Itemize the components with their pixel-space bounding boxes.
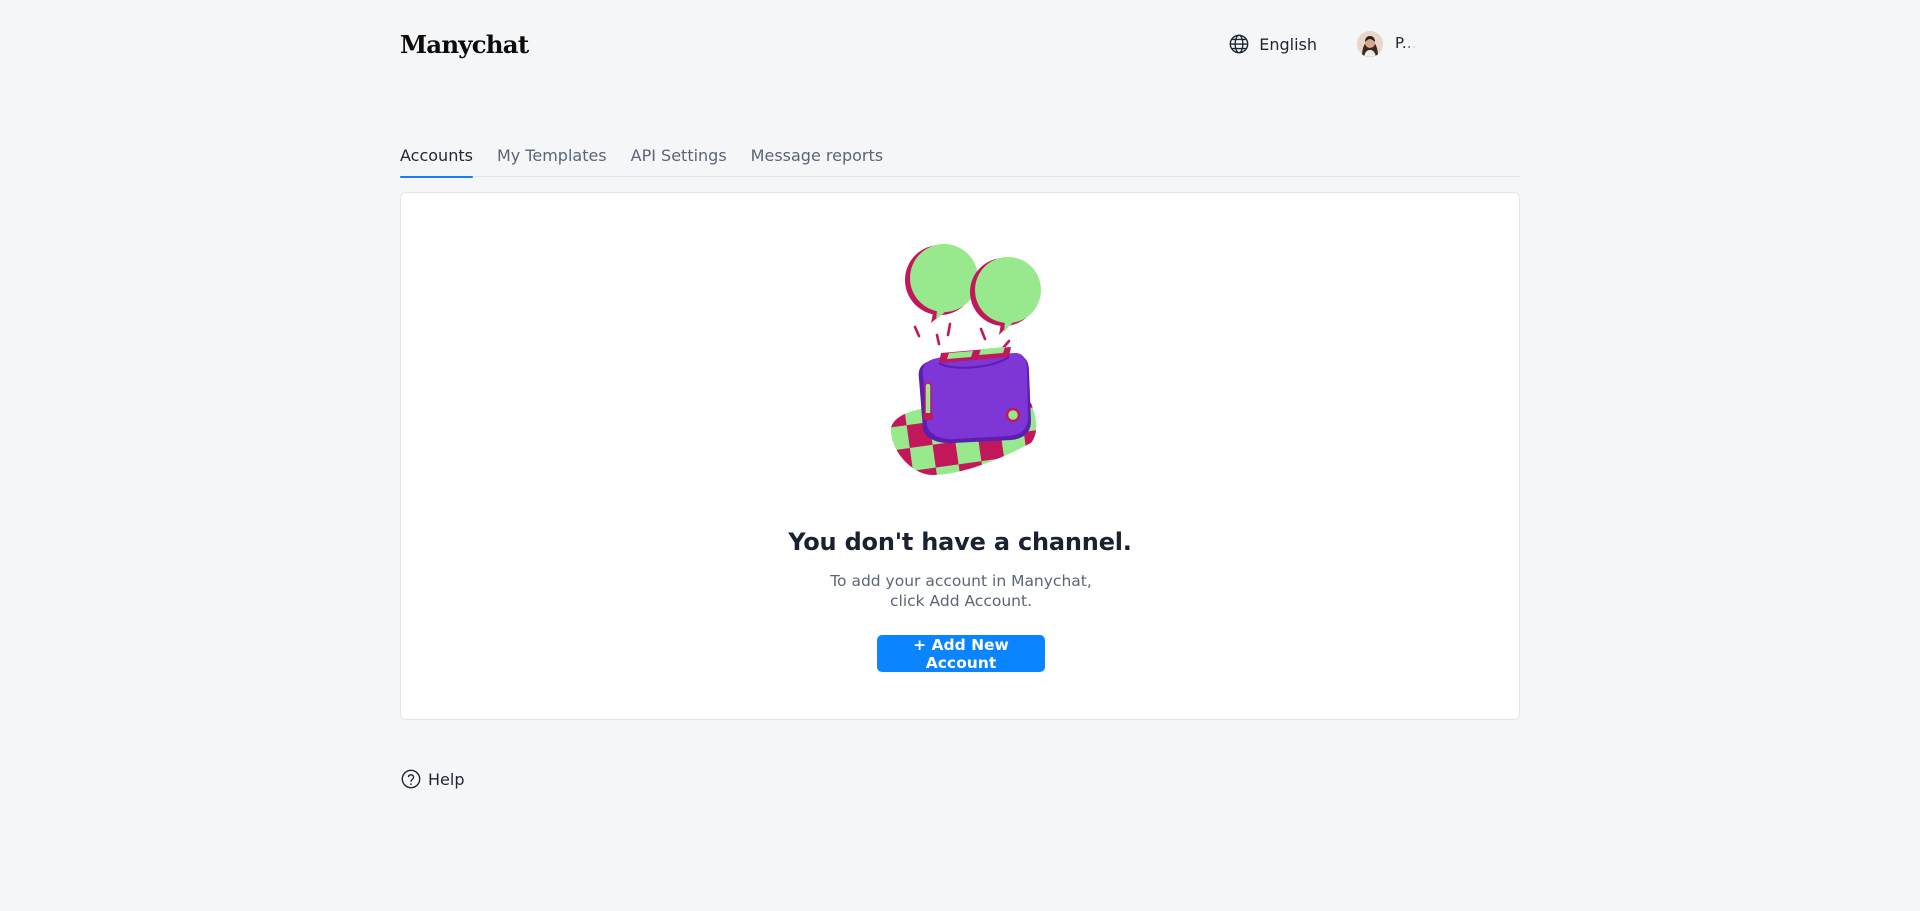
language-label: English (1259, 34, 1317, 54)
language-selector[interactable]: English (1228, 33, 1317, 55)
tab-my-templates[interactable]: My Templates (497, 145, 607, 177)
help-label: Help (428, 769, 465, 789)
question-circle-icon (401, 769, 421, 789)
empty-state-title: You don't have a channel. (788, 528, 1132, 556)
tab-api-settings[interactable]: API Settings (631, 145, 727, 177)
empty-state-description: To add your account in Manychat, click A… (830, 572, 1092, 610)
top-header: Manychat English P... (400, 22, 1520, 66)
user-menu[interactable]: P... (1357, 31, 1520, 57)
avatar (1357, 31, 1383, 57)
tab-accounts[interactable]: Accounts (400, 145, 473, 178)
accounts-empty-card: You don't have a channel. To add your ac… (400, 192, 1520, 720)
header-right: English P... (1228, 31, 1520, 57)
help-link[interactable]: Help (400, 768, 464, 790)
tab-bar: Accounts My Templates API Settings Messa… (400, 145, 1520, 178)
globe-icon (1229, 34, 1249, 54)
user-name: P... (1395, 34, 1417, 52)
manychat-logo[interactable]: Manychat (400, 30, 529, 59)
add-new-account-button[interactable]: + Add New Account (877, 635, 1045, 672)
toaster-chat-bubbles-illustration (890, 244, 1041, 475)
tab-message-reports[interactable]: Message reports (751, 145, 883, 177)
